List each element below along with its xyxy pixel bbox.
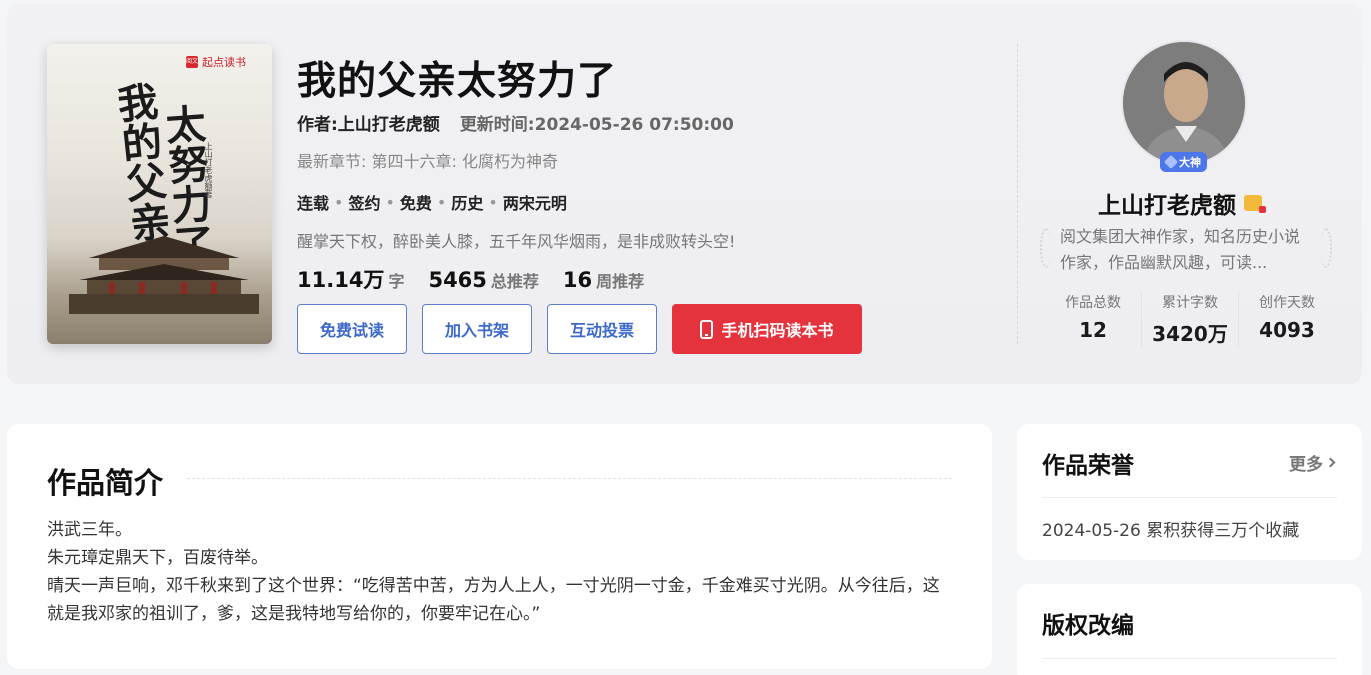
book-title: 我的父亲太努力了: [297, 59, 618, 104]
author-name[interactable]: 上山打老虎额: [1098, 186, 1266, 220]
tag-free: 免费: [399, 194, 432, 213]
scan-read-button[interactable]: 手机扫码读本书: [672, 304, 862, 354]
avatar-image: [1123, 42, 1245, 164]
tag-status: 连载: [297, 194, 330, 213]
divider: [187, 478, 952, 479]
book-slogan: 醒掌天下权，醉卧美人膝，五千年风华烟雨，是非成败转头空!: [297, 232, 736, 251]
update-time: 更新时间:2024-05-26 07:50:00: [459, 115, 734, 135]
phone-icon: [700, 319, 714, 339]
vote-button[interactable]: 互动投票: [547, 304, 657, 354]
cover-author: 上山打老虎额著: [204, 142, 213, 198]
tag-subcategory[interactable]: 两宋元明: [503, 190, 567, 214]
honor-card: 作品荣誉 更多 2024-05-26 累积获得三万个收藏: [1017, 424, 1362, 560]
laurel-right-icon: [1320, 228, 1332, 268]
author-stat-words: 累计字数 3420万: [1142, 292, 1239, 347]
add-shelf-button[interactable]: 加入书架: [422, 304, 532, 354]
honor-item: 2024-05-26 累积获得三万个收藏: [1042, 521, 1300, 541]
intro-text: 洪武三年。 朱元璋定鼎天下，百废待举。 晴天一声巨响，邓千秋来到了这个世界：“吃…: [47, 520, 940, 624]
author-link[interactable]: 作者:上山打老虎额: [297, 110, 440, 135]
author-avatar[interactable]: [1121, 40, 1247, 166]
rights-card: 版权改编: [1017, 584, 1362, 675]
gem-icon: [1163, 154, 1179, 170]
weekly-recommend: 16 周推荐: [562, 268, 645, 292]
free-read-button[interactable]: 免费试读: [297, 304, 407, 354]
word-count: 11.14万 字: [297, 268, 405, 292]
palace-illustration: [69, 236, 259, 314]
action-buttons: 免费试读 加入书架 互动投票 手机扫码读本书: [297, 304, 862, 354]
book-stats: 11.14万 字 5465 总推荐 16 周推荐: [297, 264, 644, 294]
author-stat-days: 创作天数 4093: [1259, 295, 1315, 342]
rights-title: 版权改编: [1042, 613, 1134, 639]
chevron-right-icon: [1325, 457, 1336, 468]
book-meta: 作者:上山打老虎额 更新时间:2024-05-26 07:50:00: [297, 110, 734, 135]
crown-icon: [1244, 195, 1266, 213]
book-tags: 连载 • 签约 • 免费 • 历史 • 两宋元明: [297, 190, 567, 214]
divider: [1042, 497, 1337, 498]
brand-logo-icon: 阅文: [186, 56, 198, 68]
author-level-badge: 大神: [1160, 152, 1207, 172]
laurel-left-icon: [1040, 228, 1052, 268]
book-cover[interactable]: 阅文 起点读书 我的父亲 太努力了 上山打老虎额著: [47, 44, 272, 344]
author-description: 阅文集团大神作家，知名历史小说作家，作品幽默风趣，可读...: [1060, 227, 1301, 272]
tag-signed: 签约: [348, 194, 381, 213]
intro-title: 作品简介: [47, 466, 164, 500]
latest-chapter-link[interactable]: 最新章节: 第四十六章: 化腐朽为神奇: [297, 148, 558, 172]
author-stats: 作品总数 12 累计字数 3420万 创作天数 4093: [1045, 292, 1335, 347]
divider: [1017, 44, 1018, 344]
author-stat-works: 作品总数 12: [1045, 292, 1142, 347]
honor-title: 作品荣誉: [1042, 453, 1134, 479]
intro-card: 作品简介 洪武三年。 朱元璋定鼎天下，百废待举。 晴天一声巨响，邓千秋来到了这个…: [7, 424, 992, 669]
cover-brand: 阅文 起点读书: [186, 56, 246, 69]
total-recommend: 5465 总推荐: [428, 268, 539, 292]
divider: [1042, 658, 1337, 659]
more-link[interactable]: 更多: [1289, 450, 1336, 475]
tag-category[interactable]: 历史: [451, 190, 483, 214]
